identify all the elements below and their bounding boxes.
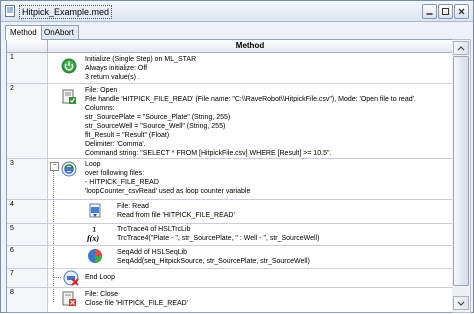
row-number-cell: 2 xyxy=(7,84,48,158)
row-line: TrcTrace4 of HSLTrcLib xyxy=(117,226,191,233)
table-row[interactable]: 4 File: Read Read from file 'HITPICK_FIL… xyxy=(7,200,453,224)
row-line: File: Open xyxy=(85,87,118,94)
minimize-icon xyxy=(426,13,433,15)
row-number-cell: 1 xyxy=(7,53,48,83)
row-line: Close file 'HITPICK_FILE_READ' xyxy=(85,300,189,307)
row-text: Initialize (Single Step) on ML_STAR Alwa… xyxy=(85,55,196,82)
table-row[interactable]: 3 − Loop over following files: - HITPICK… xyxy=(7,159,453,200)
tab-method[interactable]: Method xyxy=(5,25,42,40)
row-number: 3 xyxy=(10,160,14,167)
tree-connector xyxy=(53,277,61,278)
file-open-icon xyxy=(62,89,76,104)
document-icon xyxy=(5,5,15,17)
tab-onabort[interactable]: OnAbort xyxy=(39,25,79,39)
function-icon: 1 f(x) xyxy=(87,228,99,243)
row-number-cell: 4 xyxy=(7,200,48,223)
row-line: Delimiter: 'Comma'. xyxy=(85,141,146,148)
close-icon xyxy=(458,8,465,15)
table-row[interactable]: 6 SeqAdd of HSLSeqLib SeqAdd(seq_Hitpick… xyxy=(7,246,453,269)
row-text: TrcTrace4 of HSLTrcLib TrcTrace4("Plate … xyxy=(117,225,320,243)
number-column-header[interactable] xyxy=(7,40,48,52)
row-line: SeqAdd(seq_HitpickSource, str_SourcePlat… xyxy=(117,258,310,265)
svg-text:f(x): f(x) xyxy=(87,234,99,242)
row-number-cell: 7 xyxy=(7,269,48,287)
row-line: 3 return value(s) . xyxy=(85,74,140,81)
table-row[interactable]: 1 Initialize (Single Step) on ML_STAR Al… xyxy=(7,53,453,84)
row-number-cell: 6 xyxy=(7,246,48,268)
row-number: 2 xyxy=(10,85,14,92)
row-line: 'loopCounter_csvRead' used as loop count… xyxy=(85,188,251,195)
row-line: File: Read xyxy=(117,203,149,210)
row-line: Columns: xyxy=(85,105,115,112)
close-button[interactable] xyxy=(454,4,469,19)
table-row[interactable]: 5 1 f(x) TrcTrace4 of HSLTrcLib TrcTrace… xyxy=(7,224,453,246)
row-number-cell: 8 xyxy=(7,288,48,312)
row-text: End Loop xyxy=(85,273,115,282)
row-line: str_SourcePlate = "Source_Plate" (String… xyxy=(85,114,231,121)
row-line: str_SourceWell = "Source_Well" (String, … xyxy=(85,123,226,130)
row-line: Command string: "SELECT * FROM [HitpickF… xyxy=(85,150,332,157)
row-number: 4 xyxy=(10,201,14,208)
table-row[interactable]: 8 File: Close Close file 'HITPICK_FILE_R… xyxy=(7,288,453,312)
row-line: TrcTrace4("Plate - ", str_SourcePlate, "… xyxy=(117,235,320,242)
file-read-icon xyxy=(89,203,101,218)
file-close-icon xyxy=(62,291,76,306)
tab-method-label: Method xyxy=(10,28,37,37)
chevron-up-icon xyxy=(457,46,465,51)
row-line: Read from file 'HITPICK_FILE_READ' xyxy=(117,212,235,219)
method-grid: Method 1 Initialize (Single Step) on ML_… xyxy=(6,39,454,313)
svg-text:1: 1 xyxy=(93,228,97,234)
collapse-toggle[interactable]: − xyxy=(50,162,59,171)
row-text: File: Read Read from file 'HITPICK_FILE_… xyxy=(117,202,235,220)
row-text: File: Open File handle 'HITPICK_FILE_REA… xyxy=(85,86,416,158)
row-number-cell: 3 xyxy=(7,159,48,199)
window-title: Hitpick_Example.med xyxy=(19,5,113,19)
end-loop-icon xyxy=(63,270,79,286)
scroll-up-button[interactable] xyxy=(453,41,469,55)
row-text: Loop over following files: - HITPICK_FIL… xyxy=(85,160,250,196)
row-line: Always initialize: Off xyxy=(85,65,148,72)
power-icon xyxy=(61,58,77,74)
seqlib-icon xyxy=(88,249,102,263)
row-number: 7 xyxy=(10,270,14,277)
row-number: 1 xyxy=(10,54,14,61)
row-line: SeqAdd of HSLSeqLib xyxy=(117,249,188,256)
row-line: File handle 'HITPICK_FILE_READ' (File na… xyxy=(85,96,416,103)
row-line: Loop xyxy=(85,161,101,168)
row-line: Initialize (Single Step) on ML_STAR xyxy=(85,56,197,63)
row-line: File: Close xyxy=(85,291,119,298)
row-line: - HITPICK_FILE_READ xyxy=(85,179,159,186)
row-line: flt_Result = "Result" (Float) xyxy=(85,132,170,139)
loop-icon xyxy=(61,161,77,177)
minimize-button[interactable] xyxy=(422,4,437,19)
vertical-scrollbar[interactable] xyxy=(452,39,471,313)
row-number-cell: 5 xyxy=(7,224,48,245)
maximize-button[interactable] xyxy=(438,4,453,19)
row-number: 5 xyxy=(10,225,14,232)
tab-onabort-label: OnAbort xyxy=(44,28,74,37)
scroll-thumb[interactable] xyxy=(453,56,469,286)
title-bar[interactable]: Hitpick_Example.med xyxy=(1,1,473,22)
method-column-header[interactable]: Method xyxy=(47,40,453,52)
scroll-down-button[interactable] xyxy=(453,296,469,310)
row-number: 8 xyxy=(10,289,14,296)
grid-header: Method xyxy=(7,40,453,53)
table-row[interactable]: 7 End Loop xyxy=(7,269,453,288)
main-window: Hitpick_Example.med Method OnAbort Metho… xyxy=(0,0,474,313)
row-line: over following files: xyxy=(85,170,145,177)
table-row[interactable]: 2 File: Open File handle 'HITPICK_FILE_R… xyxy=(7,84,453,159)
chevron-down-icon xyxy=(457,301,465,306)
row-line: End Loop xyxy=(85,274,115,281)
maximize-icon xyxy=(442,8,449,15)
row-number: 6 xyxy=(10,247,14,254)
row-text: File: Close Close file 'HITPICK_FILE_REA… xyxy=(85,290,188,308)
row-text: SeqAdd of HSLSeqLib SeqAdd(seq_HitpickSo… xyxy=(117,248,310,266)
